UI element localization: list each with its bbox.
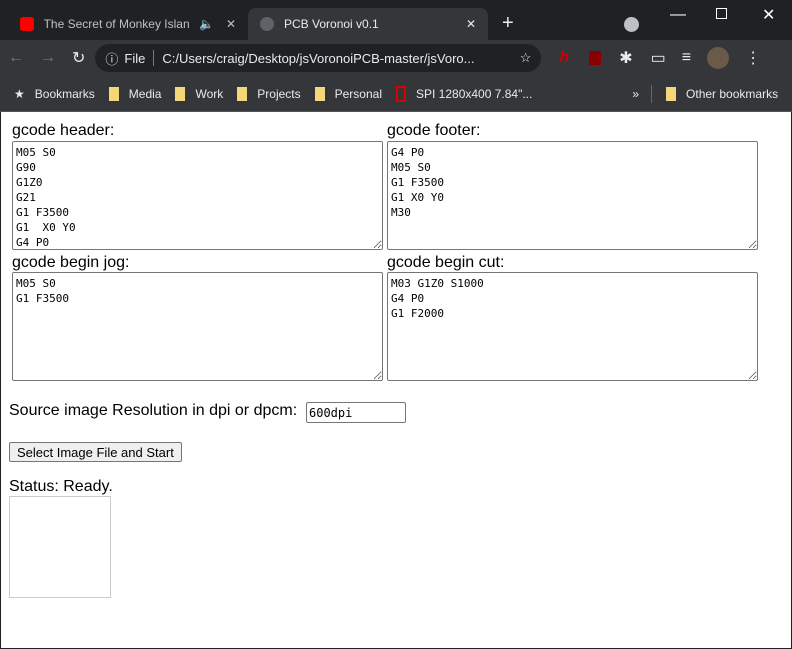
- info-icon: ⓘ: [105, 51, 119, 67]
- url-text: C:/Users/craig/Desktop/jsVoronoiPCB-mast…: [162, 50, 475, 66]
- bookmark-spi[interactable]: SPI 1280x400 7.84"...: [396, 85, 533, 102]
- speaker-icon[interactable]: 🔈: [199, 17, 214, 31]
- gcode-header-textarea[interactable]: [12, 141, 383, 250]
- bookmark-projects[interactable]: Projects: [237, 86, 301, 101]
- avatar[interactable]: [707, 47, 730, 69]
- bookmark-personal[interactable]: Personal: [314, 86, 382, 101]
- jog-label: gcode begin jog:: [12, 254, 130, 271]
- bookmark-label: Personal: [334, 86, 382, 101]
- scheme-label: File: [124, 50, 146, 66]
- reload-icon[interactable]: ↻: [72, 48, 85, 68]
- new-tab-icon[interactable]: +: [502, 12, 514, 35]
- bookmark-label: Media: [128, 86, 162, 101]
- footer-label: gcode footer:: [387, 122, 481, 139]
- resolution-label: Source image Resolution in dpi or dpcm:: [9, 402, 298, 419]
- bookmarks-bar: ★ Bookmarks Media Work Projects Personal …: [0, 76, 792, 112]
- close-window-icon[interactable]: ✕: [762, 5, 775, 25]
- star-icon: ★: [14, 86, 25, 101]
- cast-icon[interactable]: ▭: [651, 48, 666, 68]
- bookmark-label: SPI 1280x400 7.84"...: [416, 86, 533, 101]
- bookmark-bookmarks[interactable]: ★ Bookmarks: [14, 87, 95, 101]
- folder-icon: [108, 86, 119, 101]
- ublock-icon[interactable]: [589, 51, 602, 65]
- gcode-cut-textarea[interactable]: [387, 272, 758, 381]
- cut-label: gcode begin cut:: [387, 254, 505, 271]
- back-icon[interactable]: ←: [8, 49, 24, 67]
- tab-search-icon[interactable]: [624, 17, 639, 32]
- status-text: Status: Ready.: [9, 478, 113, 495]
- bookmark-label: Work: [195, 86, 224, 101]
- address-bar[interactable]: ⓘ File C:/Users/craig/Desktop/jsVoronoiP…: [95, 44, 542, 72]
- folder-icon: [314, 86, 325, 101]
- bookmark-media[interactable]: Media: [108, 86, 162, 101]
- menu-icon[interactable]: ⋮: [745, 48, 761, 68]
- tab-title: PCB Voronoi v0.1: [284, 17, 379, 31]
- page-content: gcode header: gcode footer: gcode begin …: [1, 112, 791, 648]
- bookmark-label: Bookmarks: [34, 86, 95, 101]
- extension-h-icon[interactable]: h: [559, 49, 569, 67]
- image-canvas: [9, 496, 111, 598]
- tab-title: The Secret of Monkey Island: [43, 17, 189, 31]
- bookmark-other[interactable]: Other bookmarks: [666, 86, 779, 101]
- more-bookmarks-icon[interactable]: »: [632, 87, 639, 101]
- maximize-icon[interactable]: [716, 8, 727, 19]
- folder-icon: [666, 86, 677, 101]
- globe-icon: [260, 17, 274, 31]
- folder-icon: [237, 86, 248, 101]
- extensions-icon[interactable]: ✱: [619, 48, 632, 68]
- close-tab-icon[interactable]: ✕: [226, 17, 236, 31]
- bookmark-label: Other bookmarks: [686, 86, 779, 101]
- forward-icon[interactable]: →: [40, 49, 56, 67]
- minimize-icon[interactable]: —: [670, 6, 686, 24]
- folder-icon: [175, 86, 186, 101]
- youtube-icon: [20, 17, 34, 31]
- media-icon[interactable]: ≡: [682, 49, 691, 67]
- star-icon[interactable]: ☆: [520, 50, 532, 66]
- tab-monkey-island[interactable]: The Secret of Monkey Island 🔈 ✕: [8, 8, 248, 40]
- bookmark-label: Projects: [257, 86, 301, 101]
- bookmark-site-icon: [396, 85, 406, 102]
- gcode-jog-textarea[interactable]: [12, 272, 383, 381]
- select-image-button[interactable]: Select Image File and Start: [9, 442, 182, 462]
- toolbar: ← → ↻ ⓘ File C:/Users/craig/Desktop/jsVo…: [0, 40, 792, 76]
- tab-pcb-voronoi[interactable]: PCB Voronoi v0.1 ✕: [248, 8, 488, 40]
- resolution-input[interactable]: [306, 402, 406, 423]
- header-label: gcode header:: [12, 122, 115, 139]
- tab-strip: The Secret of Monkey Island 🔈 ✕ PCB Voro…: [0, 0, 792, 40]
- bookmark-work[interactable]: Work: [175, 86, 224, 101]
- close-tab-icon[interactable]: ✕: [466, 17, 476, 31]
- gcode-footer-textarea[interactable]: [387, 141, 758, 250]
